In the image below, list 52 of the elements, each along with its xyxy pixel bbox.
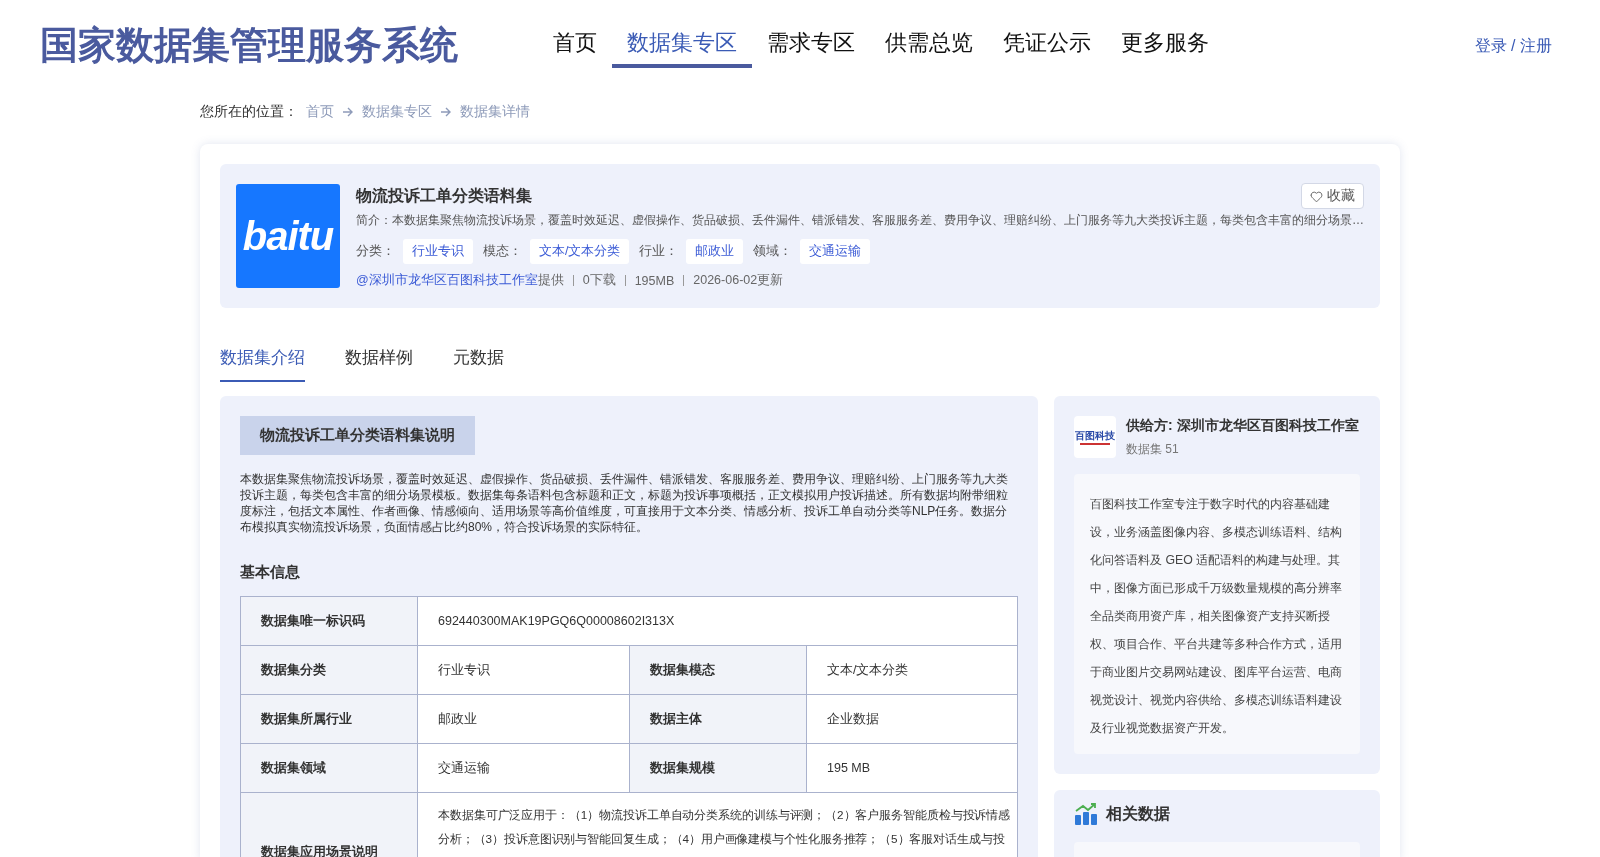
heart-icon <box>1310 189 1323 203</box>
breadcrumb-label: 您所在的位置： <box>200 103 298 121</box>
description-text: 本数据集聚焦物流投诉场景，覆盖时效延迟、虚假操作、货品破损、丢件漏件、错派错发、客服服务差、费用争议、理赔纠纷、上门服务等九大类投诉主题，每类包含丰富的细分场景模板。数据集每条语料包含标题和正文，标题为投诉事项概括，正文模拟用户投诉描述。所有数据均附带细粒度标注，包括文本属性、作者画像、情感倾向、适用场景等高价值维度，可直接用于文本分类、情感分析、投诉工单自动分类等NLP任务。数据分布模拟真实物流投诉场景，负面情感占比约80%，符合投诉场景的实际特征。 <box>240 471 1009 535</box>
table-cell: 企业数据 <box>807 695 1017 744</box>
table-label: 数据集规模 <box>630 744 807 793</box>
nav-tab[interactable]: 需求专区 <box>752 16 870 68</box>
table-label: 数据集分类 <box>241 646 418 695</box>
table-cell-text: 本数据集可广泛应用于：（1）物流投诉工单自动分类系统的训练与评测；（2）客户服务智能质检与投诉情感分析；（3）投诉意图识别与智能回复生成；（4）用户画像建模与个性化服务推荐；（5）客服对话生成与投 <box>437 807 1012 847</box>
supplier-about: 百图科技工作室专注于数字时代的内容基础建设，业务涵盖图像内容、多模态训练语料、结构化问答语料及 GEO 适配语料的构建与处理。其中，图像方面已形成千万级数量规模的高分辨率全品类商用资产库，相关图像资产支持买断授权、项目合作、平台共建等多种合作方式，适用于商业图片交易网站建设、图库平台运营、电商视觉设计、视觉内容供给、多模态训练语料建设及行业视觉数据资产开发。 <box>1074 474 1360 754</box>
meta-text: 2026-06-02更新 <box>693 272 784 289</box>
related-title: 相关数据 <box>1106 803 1170 824</box>
tag: 邮政业 <box>686 239 744 264</box>
dataset-summary: 简介：本数据集聚焦物流投诉场景，覆盖时效延迟、虚假操作、货品破损、丢件漏件、错派错发、客服服务差、费用争议、理赔纠纷、上门服务等九大类投诉主题，每类包含丰富的细分场景… <box>356 212 1364 229</box>
provider-suffix: 提供 <box>537 272 564 289</box>
tag: 文本/文本分类 <box>530 239 630 264</box>
table-label: 数据集领域 <box>241 744 418 793</box>
bar-chart-icon <box>1074 802 1098 826</box>
description-title: 物流投诉工单分类语料集说明 <box>240 416 475 455</box>
table-label: 数据集唯一标识码 <box>241 597 418 646</box>
nav-tab[interactable]: 更多服务 <box>1106 16 1224 68</box>
nav-tab[interactable]: 首页 <box>538 16 612 68</box>
table-label: 数据集所属行业 <box>241 695 418 744</box>
dataset-logo: baitu <box>236 184 340 288</box>
nav-tab[interactable]: 供需总览 <box>870 16 988 68</box>
tag-label: 领域： <box>753 243 793 260</box>
meta-text: 0下载 <box>582 272 616 289</box>
content-tab[interactable]: 数据集介绍 <box>220 346 305 382</box>
section-title: 基本信息 <box>240 563 301 582</box>
meta-text: 195MB <box>634 273 675 288</box>
dataset-count: 数据集 51 <box>1126 440 1180 458</box>
dataset-name: 物流投诉工单分类语料集 <box>356 185 532 206</box>
supplier-name: 供给方: 深圳市龙华区百图科技工作室 <box>1126 416 1359 435</box>
provider-link[interactable]: @深圳市龙华区百图科技工作室 <box>356 272 538 289</box>
content-tab[interactable]: 元数据 <box>453 346 504 382</box>
table-label: 数据集模态 <box>630 646 807 695</box>
tag-label: 分类： <box>356 243 395 260</box>
login-link[interactable]: 登录 / 注册 <box>1474 35 1552 57</box>
supplier-logo: 百图科技 <box>1074 416 1116 458</box>
table-cell: 文本/文本分类 <box>807 646 1017 695</box>
nav-tab[interactable]: 数据集专区 <box>612 16 752 68</box>
nav-tab[interactable]: 凭证公示 <box>988 16 1106 68</box>
table-cell: 195 MB <box>807 744 1017 793</box>
tag: 行业专识 <box>403 239 473 264</box>
tag-label: 模态： <box>483 243 522 260</box>
site-title: 国家数据集管理服务系统 <box>40 23 458 68</box>
table-label: 数据主体 <box>630 695 807 744</box>
content-tab[interactable]: 数据样例 <box>345 346 413 382</box>
arrow-icon <box>342 106 354 118</box>
arrow-icon <box>440 106 452 118</box>
tag: 交通运输 <box>800 239 871 264</box>
tag-label: 行业： <box>639 243 679 260</box>
favorite-button[interactable]: 收藏 <box>1301 183 1364 209</box>
